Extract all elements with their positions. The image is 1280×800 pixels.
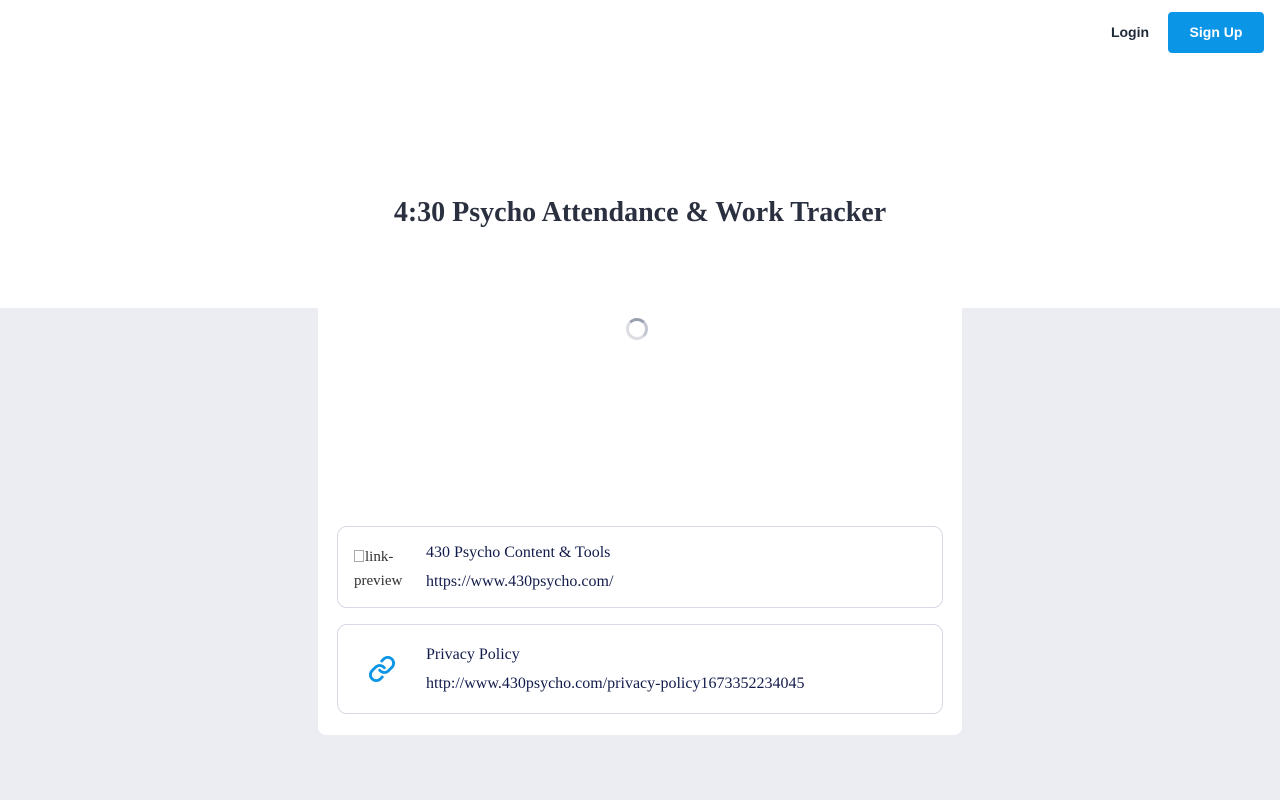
link-url: http://www.430psycho.com/privacy-policy1… — [426, 675, 805, 692]
login-link[interactable]: Login — [1104, 20, 1156, 44]
link-icon — [369, 656, 395, 682]
link-item-content-tools[interactable]: link-preview 430 Psycho Content & Tools … — [337, 526, 943, 608]
page-title: 4:30 Psycho Attendance & Work Tracker — [393, 197, 887, 228]
broken-image-icon — [354, 550, 364, 562]
link-preview-image: link-preview — [354, 545, 410, 589]
content-card: link-preview 430 Psycho Content & Tools … — [318, 308, 962, 735]
link-url: https://www.430psycho.com/ — [426, 573, 614, 590]
loading-spinner-icon — [626, 318, 648, 340]
signup-button[interactable]: Sign Up — [1168, 12, 1264, 53]
link-title: Privacy Policy — [426, 646, 520, 663]
link-title: 430 Psycho Content & Tools — [426, 544, 611, 561]
header-section: Login Sign Up 4:30 Psycho Attendance & W… — [0, 0, 1280, 308]
link-item-privacy-policy[interactable]: Privacy Policy http://www.430psycho.com/… — [337, 624, 943, 714]
